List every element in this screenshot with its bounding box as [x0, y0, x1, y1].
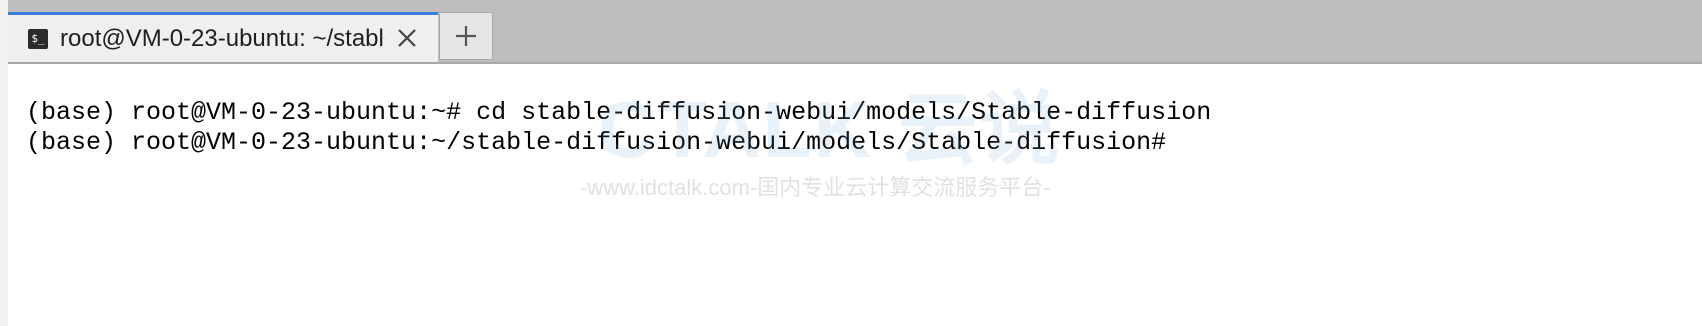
terminal-output[interactable]: (base) root@VM-0-23-ubuntu:~# cd stable-…	[8, 76, 1702, 326]
tab-bar: $_ root@VM-0-23-ubuntu: ~/stable-diffusi…	[8, 0, 1702, 64]
close-icon[interactable]	[396, 27, 418, 49]
terminal-window: $_ root@VM-0-23-ubuntu: ~/stable-diffusi…	[8, 0, 1702, 326]
terminal-line: (base) root@VM-0-23-ubuntu:~/stable-diff…	[26, 128, 1167, 157]
plus-icon	[456, 26, 476, 46]
new-tab-button[interactable]	[439, 12, 493, 60]
terminal-line: (base) root@VM-0-23-ubuntu:~# cd stable-…	[26, 98, 1212, 127]
tab-active-session[interactable]: $_ root@VM-0-23-ubuntu: ~/stable-diffusi…	[8, 12, 438, 62]
terminal-icon: $_	[28, 28, 48, 49]
tab-title: root@VM-0-23-ubuntu: ~/stable-diffusion-…	[60, 24, 385, 52]
